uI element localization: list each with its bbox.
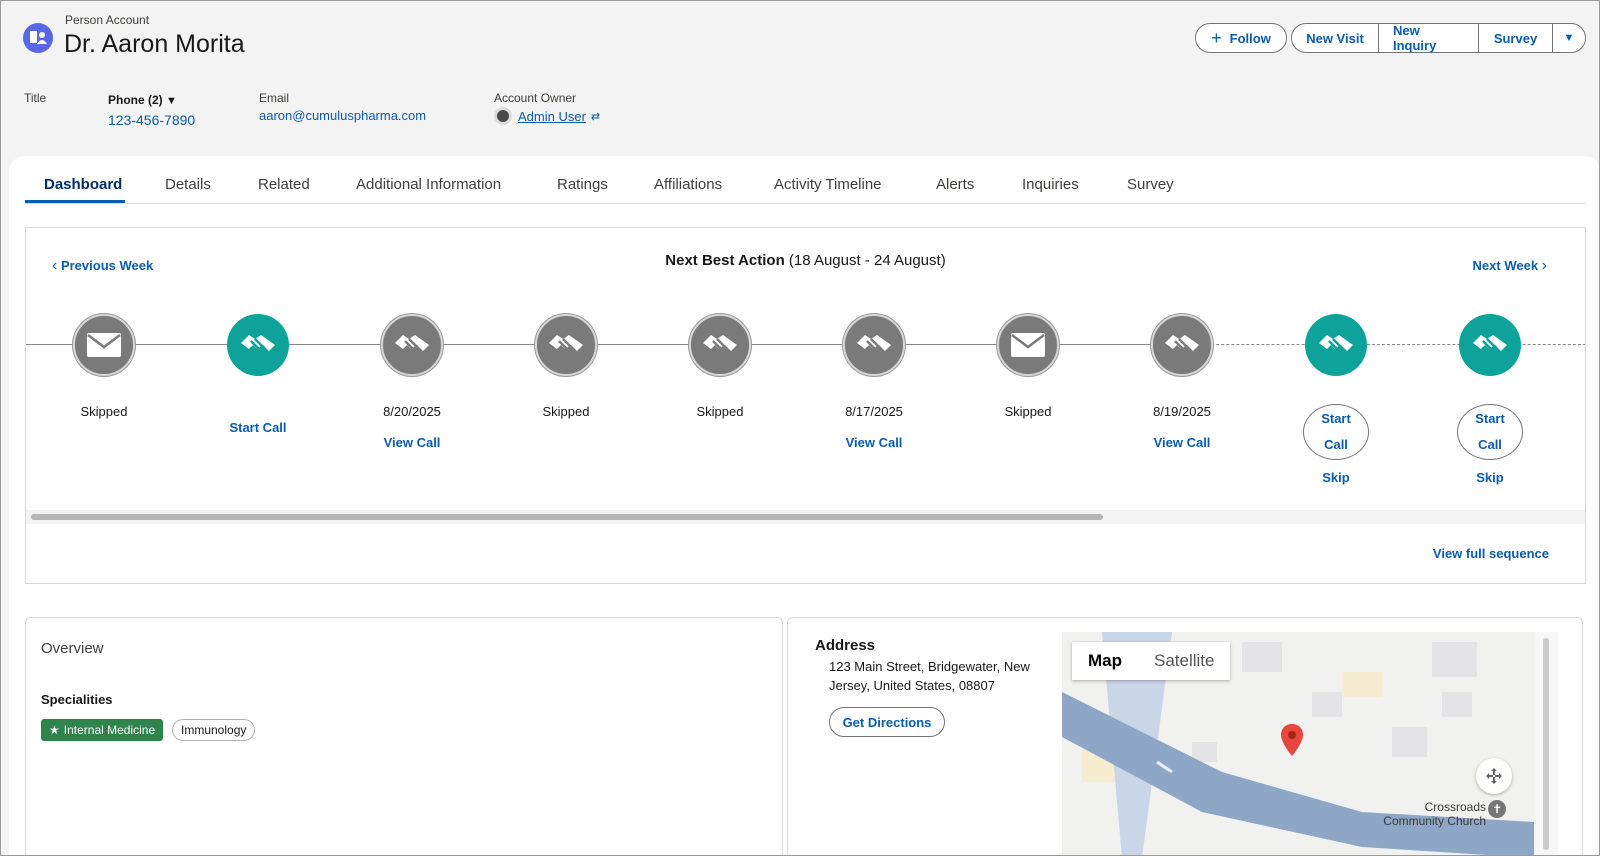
user-avatar-icon	[494, 107, 512, 125]
step-status-label: 8/19/2025	[1153, 404, 1211, 419]
tab-alerts[interactable]: Alerts	[936, 176, 974, 193]
map-fullscreen-icon[interactable]	[1476, 758, 1512, 794]
active-tab-indicator	[25, 200, 125, 203]
step-status-label: 8/20/2025	[383, 404, 441, 419]
owner-value[interactable]: Admin User ⇄	[494, 107, 600, 125]
view-call-link[interactable]: View Call	[799, 435, 949, 450]
handshake-icon	[535, 314, 597, 376]
skip-link[interactable]: Skip	[1415, 470, 1565, 485]
view-call-link[interactable]: View Call	[337, 435, 487, 450]
object-type-label: Person Account	[65, 13, 150, 27]
tab-dashboard[interactable]: Dashboard	[44, 176, 122, 193]
start-call-link[interactable]: Start Call	[183, 420, 333, 435]
record-page: Person Account Dr. Aaron Morita + Follow…	[0, 0, 1600, 856]
handshake-icon	[843, 314, 905, 376]
map-type-toggle: Map Satellite	[1072, 642, 1231, 680]
scrollbar-thumb[interactable]	[31, 514, 1103, 520]
follow-button[interactable]: + Follow	[1195, 23, 1287, 53]
address-line-1: 123 Main Street, Bridgewater, New	[829, 659, 1030, 674]
handshake-icon	[689, 314, 751, 376]
address-line-2: Jersey, United States, 08807	[829, 678, 995, 693]
primary-speciality-badge: ★ Internal Medicine	[41, 719, 164, 741]
handshake-icon	[1305, 314, 1367, 376]
overview-title: Overview	[41, 640, 104, 657]
phone-field-label[interactable]: Phone (2) ▼	[108, 93, 177, 107]
main-card: Dashboard Details Related Additional Inf…	[9, 156, 1599, 855]
step-status-label: Skipped	[1004, 404, 1052, 419]
change-owner-icon[interactable]: ⇄	[591, 110, 600, 123]
map-pin-icon[interactable]	[1281, 724, 1303, 761]
next-week-link[interactable]: Next Week ›	[1473, 257, 1547, 275]
start-call-button[interactable]: Start Call	[1303, 404, 1369, 460]
caret-down-icon: ▼	[166, 95, 177, 107]
scrollbar-thumb[interactable]	[1543, 638, 1549, 850]
view-full-sequence-link[interactable]: View full sequence	[1433, 546, 1549, 561]
record-title: Dr. Aaron Morita	[64, 30, 245, 58]
tab-inquiries[interactable]: Inquiries	[1022, 176, 1079, 193]
sequence-step: Start Call Skip	[1261, 314, 1411, 485]
sequence-step: Skipped	[491, 314, 641, 419]
title-field-label: Title	[24, 91, 47, 105]
map-scrollbar[interactable]	[1534, 632, 1558, 855]
new-inquiry-button[interactable]: New Inquiry	[1378, 23, 1479, 53]
sequence-step: Start Call Skip	[1415, 314, 1565, 485]
action-button-group: New Visit New Inquiry Survey ▼	[1291, 23, 1586, 53]
map-tab-satellite[interactable]: Satellite	[1138, 642, 1230, 680]
email-icon	[997, 314, 1059, 376]
sequence-step: Skipped	[645, 314, 795, 419]
tab-bar: Dashboard Details Related Additional Inf…	[25, 156, 1585, 204]
handshake-icon	[227, 314, 289, 376]
star-icon: ★	[49, 723, 60, 737]
person-account-icon	[23, 23, 53, 53]
next-best-action-panel: ‹ Previous Week Next Best Action (18 Aug…	[25, 227, 1586, 584]
map-place-label: Community Church	[1383, 814, 1486, 828]
tab-additional-information[interactable]: Additional Information	[356, 176, 501, 193]
nba-title: Next Best Action (18 August - 24 August)	[665, 252, 946, 269]
phone-value[interactable]: 123-456-7890	[108, 112, 195, 128]
more-actions-button[interactable]: ▼	[1552, 23, 1586, 53]
map-view[interactable]: Map Satellite ✝ Crossroads Community Chu…	[1062, 632, 1534, 855]
handshake-icon	[1151, 314, 1213, 376]
start-call-button[interactable]: Start Call	[1457, 404, 1523, 460]
email-icon	[73, 314, 135, 376]
sequence-step: 8/19/2025 View Call	[1107, 314, 1257, 450]
get-directions-button[interactable]: Get Directions	[829, 707, 945, 737]
sequence-step: 8/20/2025 View Call	[337, 314, 487, 450]
tab-related[interactable]: Related	[258, 176, 310, 193]
tab-activity-timeline[interactable]: Activity Timeline	[774, 176, 882, 193]
step-status-label: Skipped	[696, 404, 744, 419]
sequence-step: 8/17/2025 View Call	[799, 314, 949, 450]
tab-ratings[interactable]: Ratings	[557, 176, 608, 193]
email-field-label: Email	[259, 91, 290, 105]
skip-link[interactable]: Skip	[1261, 470, 1411, 485]
tab-details[interactable]: Details	[165, 176, 211, 193]
step-status-label: Skipped	[542, 404, 590, 419]
map-place-label: Crossroads	[1424, 800, 1486, 814]
speciality-badge: Immunology	[172, 719, 256, 741]
map-tab-map[interactable]: Map	[1072, 642, 1138, 680]
view-call-link[interactable]: View Call	[1107, 435, 1257, 450]
tab-affiliations[interactable]: Affiliations	[654, 176, 722, 193]
owner-field-label: Account Owner	[494, 91, 577, 105]
sequence-step: Skipped	[29, 314, 179, 419]
sequence-step: Start Call	[183, 314, 333, 435]
handshake-icon	[1459, 314, 1521, 376]
chevron-right-icon: ›	[1541, 257, 1547, 274]
sequence-step: Skipped	[953, 314, 1103, 419]
step-status-label: 8/17/2025	[845, 404, 903, 419]
handshake-icon	[381, 314, 443, 376]
tab-survey[interactable]: Survey	[1127, 176, 1174, 193]
church-icon: ✝	[1488, 800, 1506, 818]
specialities-label: Specialities	[41, 692, 113, 707]
address-title: Address	[815, 637, 876, 654]
caret-down-icon: ▼	[1563, 32, 1575, 44]
horizontal-scrollbar[interactable]	[26, 510, 1585, 524]
email-value[interactable]: aaron@cumuluspharma.com	[259, 108, 426, 123]
survey-button[interactable]: Survey	[1478, 23, 1553, 53]
step-status-label: Skipped	[80, 404, 128, 419]
plus-icon: +	[1211, 27, 1222, 48]
overview-card: Overview Specialities ★ Internal Medicin…	[25, 617, 783, 855]
address-card: Address 123 Main Street, Bridgewater, Ne…	[787, 617, 1583, 855]
new-visit-button[interactable]: New Visit	[1291, 23, 1379, 53]
